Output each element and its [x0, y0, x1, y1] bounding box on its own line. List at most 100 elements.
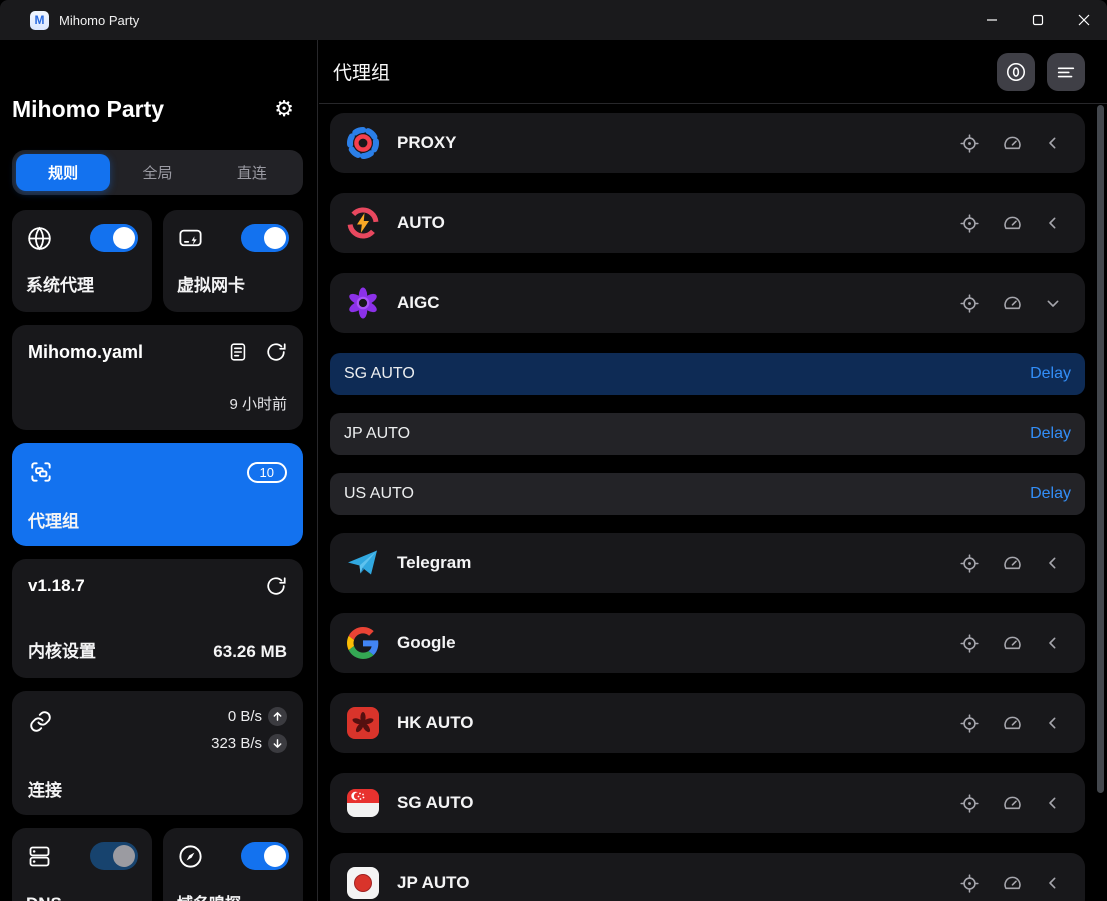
proxy-group-row[interactable]: JP AUTO	[330, 853, 1085, 901]
speedtest-gauge-icon[interactable]	[1002, 633, 1023, 654]
locate-crosshair-icon[interactable]	[959, 133, 980, 154]
auto-icon	[346, 206, 380, 240]
option-name: US AUTO	[344, 485, 414, 503]
speedtest-gauge-icon[interactable]	[1002, 133, 1023, 154]
proxy-group-row[interactable]: AIGC	[330, 273, 1085, 333]
proxy-option-row[interactable]: SG AUTO Delay	[330, 353, 1085, 395]
jp-flag-icon	[346, 866, 380, 900]
group-name: Google	[397, 633, 456, 653]
locate-crosshair-icon[interactable]	[959, 713, 980, 734]
profile-card[interactable]: Mihomo.yaml 9 小时前	[12, 325, 303, 430]
sniff-label: 域名嗅探	[177, 890, 241, 901]
locate-crosshair-icon[interactable]	[959, 553, 980, 574]
tun-toggle[interactable]	[241, 224, 289, 252]
dns-label: DNS	[26, 894, 62, 901]
profile-updated: 9 小时前	[229, 393, 287, 414]
speedtest-gauge-icon[interactable]	[1002, 553, 1023, 574]
speedtest-gauge-icon[interactable]	[1002, 213, 1023, 234]
sniff-card[interactable]: 域名嗅探	[163, 828, 303, 901]
profile-refresh-icon[interactable]	[265, 341, 287, 363]
chevron-icon[interactable]	[1045, 795, 1061, 811]
delay-sort-button[interactable]	[997, 53, 1035, 91]
link-icon	[28, 709, 53, 734]
locate-crosshair-icon[interactable]	[959, 293, 980, 314]
chevron-icon[interactable]	[1045, 715, 1061, 731]
core-refresh-icon[interactable]	[265, 575, 287, 597]
sg-flag-icon	[346, 786, 380, 820]
tun-card[interactable]: 虚拟网卡	[163, 210, 303, 312]
proxy-group-row[interactable]: AUTO	[330, 193, 1085, 253]
locate-crosshair-icon[interactable]	[959, 873, 980, 894]
tab-rule-mode[interactable]: 规则	[16, 154, 110, 191]
locate-crosshair-icon[interactable]	[959, 633, 980, 654]
proxy-group-icon	[28, 459, 54, 485]
proxy-group-row[interactable]: Telegram	[330, 533, 1085, 593]
download-rate: 323 B/s	[211, 735, 262, 752]
minimize-button[interactable]	[969, 0, 1015, 40]
group-name: PROXY	[397, 133, 457, 153]
proxy-group-row[interactable]: PROXY	[330, 113, 1085, 173]
option-delay-link[interactable]: Delay	[1030, 425, 1071, 443]
option-name: JP AUTO	[344, 425, 410, 443]
proxy-groups-label: 代理组	[28, 507, 79, 532]
upload-rate: 0 B/s	[228, 708, 262, 725]
download-arrow-icon	[268, 734, 287, 753]
locate-crosshair-icon[interactable]	[959, 793, 980, 814]
page-title: 代理组	[333, 58, 390, 85]
proxy-option-row[interactable]: US AUTO Delay	[330, 473, 1085, 515]
maximize-button[interactable]	[1015, 0, 1061, 40]
tab-global-mode[interactable]: 全局	[110, 154, 204, 191]
proxy-group-row[interactable]: Google	[330, 613, 1085, 673]
chevron-icon[interactable]	[1045, 135, 1061, 151]
google-icon	[346, 626, 380, 660]
tab-direct-mode[interactable]: 直连	[205, 154, 299, 191]
group-name: Telegram	[397, 553, 471, 573]
globe-icon	[26, 225, 53, 252]
group-name: AUTO	[397, 213, 445, 233]
proxy-icon	[346, 126, 380, 160]
sniff-toggle[interactable]	[241, 842, 289, 870]
proxy-groups-card[interactable]: 10 代理组	[12, 443, 303, 546]
system-proxy-label: 系统代理	[26, 271, 94, 296]
sniffer-icon	[177, 843, 204, 870]
group-name: AIGC	[397, 293, 440, 313]
titlebar: M Mihomo Party	[0, 0, 1107, 40]
close-button[interactable]	[1061, 0, 1107, 40]
chevron-icon[interactable]	[1045, 555, 1061, 571]
chevron-icon[interactable]	[1045, 215, 1061, 231]
option-delay-link[interactable]: Delay	[1030, 485, 1071, 503]
dns-toggle[interactable]	[90, 842, 138, 870]
profile-name: Mihomo.yaml	[28, 342, 143, 363]
core-memory: 63.26 MB	[213, 642, 287, 662]
core-version: v1.18.7	[28, 576, 85, 596]
main-panel: 代理组 PROXY AUTO AIGC	[319, 40, 1107, 901]
speedtest-gauge-icon[interactable]	[1002, 793, 1023, 814]
speedtest-gauge-icon[interactable]	[1002, 873, 1023, 894]
chevron-icon[interactable]	[1045, 875, 1061, 891]
system-proxy-card[interactable]: 系统代理	[12, 210, 152, 312]
speedtest-gauge-icon[interactable]	[1002, 713, 1023, 734]
profile-doc-icon[interactable]	[227, 341, 249, 363]
proxy-option-row[interactable]: JP AUTO Delay	[330, 413, 1085, 455]
option-name: SG AUTO	[344, 365, 415, 383]
system-proxy-toggle[interactable]	[90, 224, 138, 252]
connections-card[interactable]: 0 B/s 323 B/s 连接	[12, 691, 303, 815]
titlebar-app-name: Mihomo Party	[59, 13, 139, 28]
aigc-icon	[346, 286, 380, 320]
dns-card[interactable]: DNS	[12, 828, 152, 901]
locate-crosshair-icon[interactable]	[959, 213, 980, 234]
virtual-nic-icon	[177, 225, 204, 252]
option-delay-link[interactable]: Delay	[1030, 365, 1071, 383]
chevron-icon[interactable]	[1045, 635, 1061, 651]
chevron-icon[interactable]	[1045, 295, 1061, 311]
scrollbar[interactable]	[1097, 105, 1104, 793]
list-layout-button[interactable]	[1047, 53, 1085, 91]
speedtest-gauge-icon[interactable]	[1002, 293, 1023, 314]
mode-tabbar: 规则 全局 直连	[12, 150, 303, 195]
sidebar-title: Mihomo Party	[12, 96, 164, 123]
settings-gear-icon[interactable]: ⚙	[274, 98, 294, 120]
proxy-group-row[interactable]: HK AUTO	[330, 693, 1085, 753]
proxy-group-row[interactable]: SG AUTO	[330, 773, 1085, 833]
dns-server-icon	[26, 843, 53, 870]
core-card[interactable]: v1.18.7 内核设置 63.26 MB	[12, 559, 303, 678]
